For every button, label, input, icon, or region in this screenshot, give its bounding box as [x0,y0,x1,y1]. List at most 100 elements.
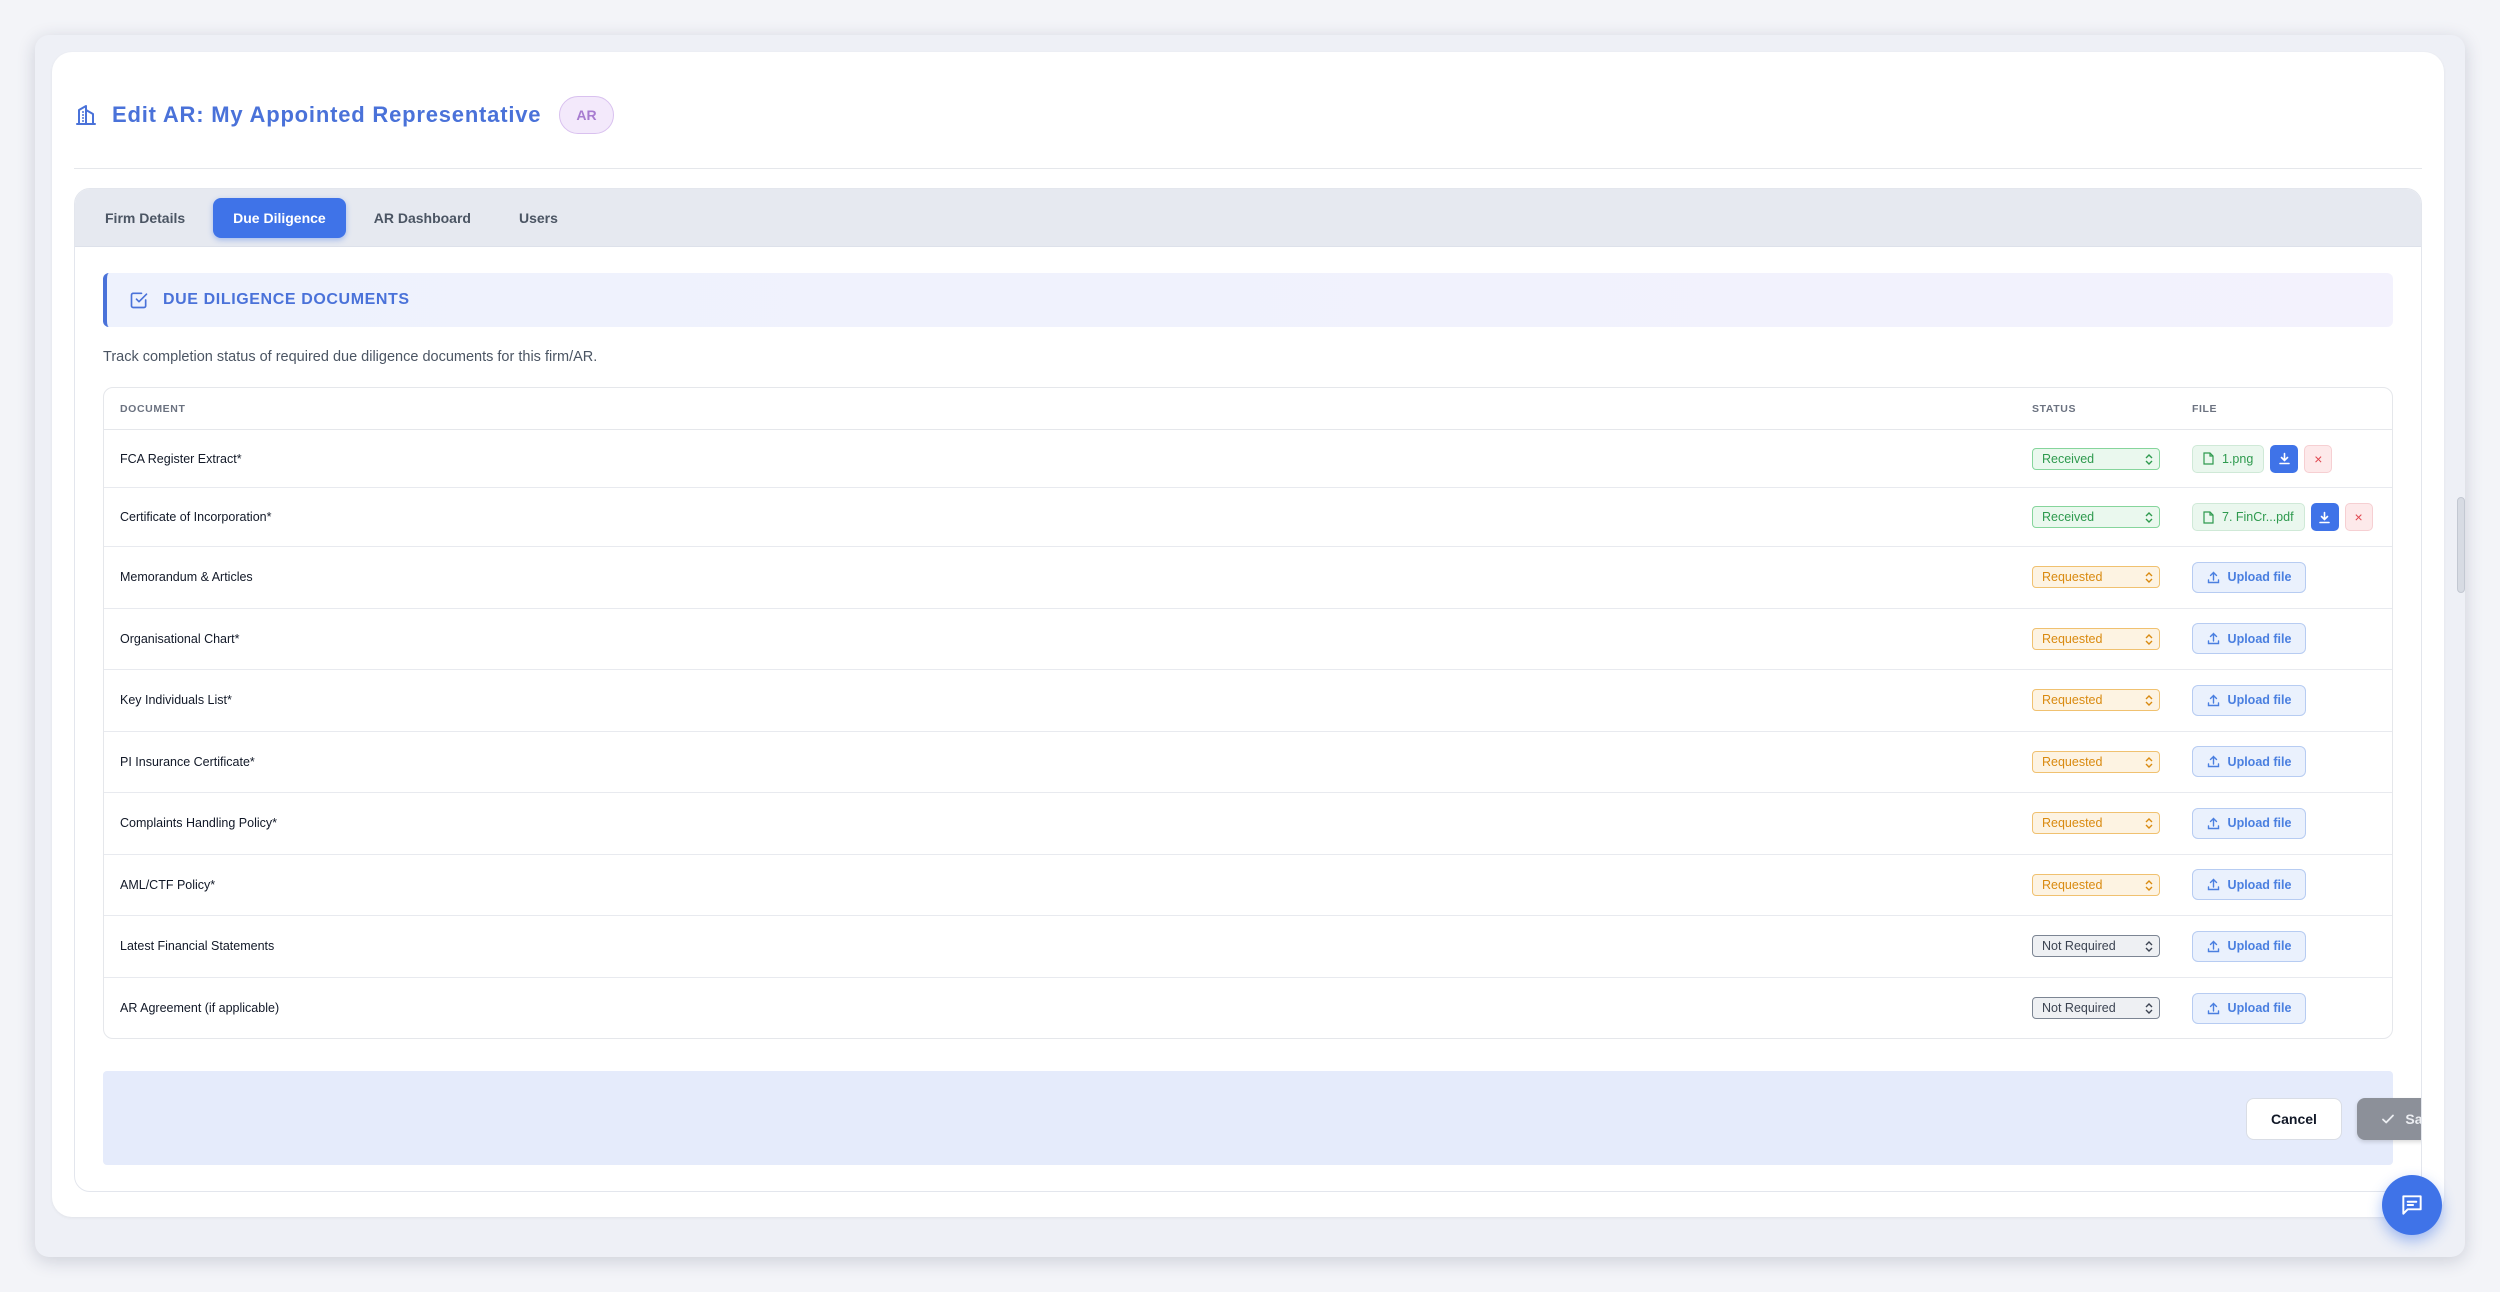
upload-icon [2207,1002,2219,1014]
section-description: Track completion status of required due … [103,349,598,365]
remove-file-button[interactable]: × [2344,503,2373,531]
tab-firm-details[interactable]: Firm Details [101,198,205,238]
status-value: Received [2042,451,2095,466]
status-select[interactable]: Not Required [2032,997,2160,1020]
upload-file-button[interactable]: Upload file [2192,623,2306,655]
header-divider [74,168,2422,169]
form-footer: Cancel Saved [103,1071,2421,1165]
saved-button[interactable]: Saved [2357,1098,2422,1140]
file-cell: Upload file [2192,746,2306,778]
tab-panel: Firm Details Due Diligence AR Dashboard … [74,188,2422,1192]
status-select[interactable]: Not Required [2032,935,2160,958]
tab-ar-dashboard[interactable]: AR Dashboard [354,198,491,238]
file-cell: 1.png × [2192,444,2333,473]
file-chip[interactable]: 1.png [2192,444,2265,473]
file-cell: Upload file [2192,869,2306,901]
upload-icon [2207,878,2219,891]
file-icon [2203,510,2214,524]
select-chevron-icon [2145,756,2153,768]
upload-label: Upload file [2227,877,2292,892]
documents-table: DOCUMENT STATUS FILE FCA Register Extrac… [103,387,2393,1039]
document-name: Latest Financial Statements [120,939,275,954]
remove-file-button[interactable]: × [2304,444,2333,473]
upload-file-button[interactable]: Upload file [2192,561,2306,593]
section-title: DUE DILIGENCE DOCUMENTS [163,291,410,308]
document-name: Organisational Chart* [120,631,240,646]
status-select[interactable]: Requested [2032,627,2160,650]
page-header: Edit AR: My Appointed Representative AR [74,92,614,138]
file-cell: Upload file [2192,930,2306,962]
building-icon [76,105,96,125]
status-select[interactable]: Requested [2032,750,2160,773]
file-name: 7. FinCr...pdf [2222,510,2294,524]
status-value: Requested [2042,693,2103,708]
upload-icon [2207,817,2219,829]
file-cell: Upload file [2192,807,2306,839]
table-row: AR Agreement (if applicable) Not Require… [104,978,2392,1039]
table-row: FCA Register Extract* Received 1.png × [104,430,2392,488]
upload-file-button[interactable]: Upload file [2192,930,2306,962]
file-chip[interactable]: 7. FinCr...pdf [2192,503,2305,531]
upload-icon [2207,694,2219,706]
file-cell: Upload file [2192,561,2306,593]
chat-icon [2402,1195,2422,1215]
select-chevron-icon [2145,879,2153,891]
tab-users[interactable]: Users [499,198,578,238]
select-chevron-icon [2145,695,2153,707]
upload-file-button[interactable]: Upload file [2192,992,2306,1024]
download-button[interactable] [2310,503,2339,531]
table-row: Key Individuals List* Requested Upload f… [104,670,2392,732]
status-value: Not Required [2042,939,2116,954]
file-cell: Upload file [2192,684,2306,716]
download-button[interactable] [2270,444,2299,473]
document-name: AML/CTF Policy* [120,877,216,892]
upload-label: Upload file [2227,1001,2292,1016]
status-select[interactable]: Requested [2032,873,2160,896]
section-header: DUE DILIGENCE DOCUMENTS [103,273,2393,327]
chat-button[interactable] [2382,1175,2442,1235]
select-chevron-icon [2145,572,2153,584]
column-header-file: FILE [2192,402,2218,415]
status-select[interactable]: Received [2032,506,2160,528]
status-value: Requested [2042,631,2103,646]
table-row: AML/CTF Policy* Requested Upload file [104,855,2392,916]
upload-file-button[interactable]: Upload file [2192,684,2306,716]
select-chevron-icon [2145,818,2153,830]
document-name: Certificate of Incorporation* [120,510,272,524]
document-name: Complaints Handling Policy* [120,816,278,831]
upload-file-button[interactable]: Upload file [2192,807,2306,839]
status-value: Requested [2042,754,2103,769]
status-select[interactable]: Requested [2032,689,2160,712]
upload-label: Upload file [2227,939,2292,954]
status-select[interactable]: Received [2032,447,2160,470]
upload-label: Upload file [2227,570,2292,585]
document-name: PI Insurance Certificate* [120,754,255,769]
status-value: Requested [2042,877,2103,892]
file-cell: 7. FinCr...pdf × [2192,503,2373,531]
upload-file-button[interactable]: Upload file [2192,746,2306,778]
status-select[interactable]: Requested [2032,812,2160,835]
status-value: Requested [2042,570,2103,585]
table-row: Memorandum & Articles Requested Upload f… [104,547,2392,609]
cancel-button[interactable]: Cancel [2246,1098,2342,1140]
document-name: AR Agreement (if applicable) [120,1001,280,1016]
select-chevron-icon [2145,1003,2153,1015]
column-header-document: DOCUMENT [120,402,186,415]
table-row: Organisational Chart* Requested Upload f… [104,609,2392,670]
upload-label: Upload file [2227,631,2292,646]
table-row: Complaints Handling Policy* Requested Up… [104,793,2392,855]
upload-icon [2207,571,2219,583]
tab-due-diligence[interactable]: Due Diligence [213,197,346,238]
upload-icon [2207,755,2219,768]
scrollbar-thumb[interactable] [2457,497,2465,593]
file-name: 1.png [2222,451,2254,466]
file-cell: Upload file [2192,992,2306,1024]
upload-file-button[interactable]: Upload file [2192,869,2306,901]
file-icon [2203,452,2214,465]
upload-label: Upload file [2227,693,2292,708]
upload-icon [2207,940,2219,952]
saved-label: Saved [2405,1111,2422,1127]
upload-label: Upload file [2227,816,2292,831]
status-select[interactable]: Requested [2032,566,2160,589]
check-icon [2382,1114,2395,1124]
